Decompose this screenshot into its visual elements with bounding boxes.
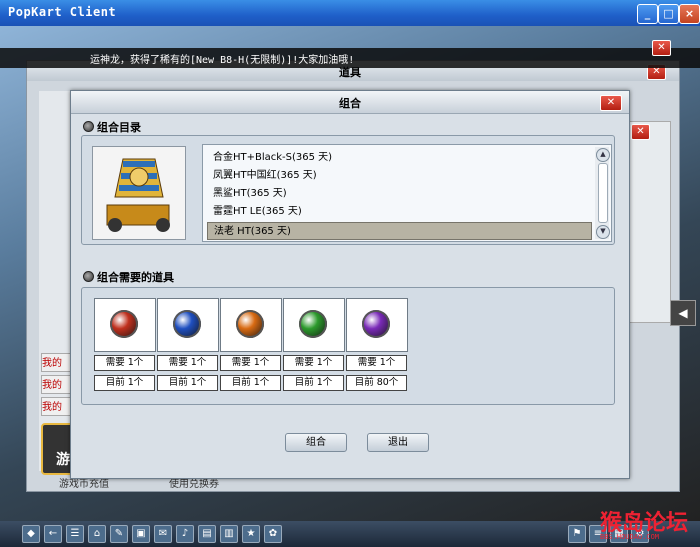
- taskbar: ◆ ← ☰ ⌂ ✎ ▣ ✉ ♪ ▤ ▥ ★ ✿ ⚑ ≡ ▦ ⚙: [0, 521, 700, 547]
- have-count: 目前 1个: [220, 375, 281, 391]
- need-count: 需要 1个: [346, 355, 407, 371]
- catalog-item[interactable]: 合金HT+Black-S(365 天): [207, 149, 592, 167]
- item-slot[interactable]: [157, 298, 219, 352]
- dialog-header: 组合: [71, 91, 629, 114]
- ticker-close-icon[interactable]: ✕: [652, 40, 671, 56]
- chat-icon[interactable]: ✿: [264, 525, 282, 543]
- bullet-icon: [83, 121, 94, 132]
- ticker-text: 运神龙，获得了稀有的[New B8-H(无限制)]!大家加油哦!: [90, 55, 355, 66]
- window-title: PopKart Client: [8, 5, 117, 19]
- combine-dialog: 组合 ✕ 组合目录 合金HT+Black-S(365 天) 凤翼HT中国红(36…: [70, 90, 630, 479]
- gem-orb-icon: [236, 310, 264, 338]
- catalog-list[interactable]: 合金HT+Black-S(365 天) 凤翼HT中国红(365 天) 黑鲨HT(…: [202, 144, 612, 242]
- item-slot[interactable]: [220, 298, 282, 352]
- scroll-up-icon[interactable]: ▲: [596, 148, 610, 162]
- need-count: 需要 1个: [157, 355, 218, 371]
- required-items-panel: 需要 1个 目前 1个 需要 1个 目前 1个 需要 1个 目前 1个 需要 1个 目前 1个…: [81, 287, 615, 405]
- close-window-button[interactable]: ×: [679, 4, 700, 24]
- card-icon[interactable]: ▤: [198, 525, 216, 543]
- need-heading: 组合需要的道具: [97, 271, 174, 284]
- catalog-item[interactable]: 凤翼HT中国红(365 天): [207, 167, 592, 185]
- catalog-heading: 组合目录: [97, 121, 141, 134]
- catalog-item-selected[interactable]: 法老 HT(365 天): [207, 222, 592, 240]
- home-icon[interactable]: ◆: [22, 525, 40, 543]
- gem-orb-icon: [110, 310, 138, 338]
- watermark-url: BBS.HOUDAO.COM: [600, 533, 660, 541]
- pharaoh-kart-icon: [106, 158, 170, 232]
- gem-orb-icon: [173, 310, 201, 338]
- combine-button[interactable]: 组合: [285, 433, 347, 452]
- have-count: 目前 1个: [94, 375, 155, 391]
- scroll-thumb[interactable]: [598, 163, 608, 223]
- announcement-ticker: 运神龙，获得了稀有的[New B8-H(无限制)]!大家加油哦!: [0, 48, 700, 68]
- bullet-icon: [83, 271, 94, 282]
- mail-icon[interactable]: ✉: [154, 525, 172, 543]
- flag-icon[interactable]: ⚑: [568, 525, 586, 543]
- maximize-button[interactable]: □: [658, 4, 679, 24]
- catalog-item[interactable]: 黑鲨HT(365 天): [207, 185, 592, 203]
- bag-icon[interactable]: ▣: [132, 525, 150, 543]
- minimize-button[interactable]: _: [637, 4, 658, 24]
- tools-icon[interactable]: ✎: [110, 525, 128, 543]
- gem-orb-icon: [299, 310, 327, 338]
- have-count: 目前 1个: [157, 375, 218, 391]
- item-slot[interactable]: [346, 298, 408, 352]
- scroll-down-icon[interactable]: ▼: [596, 225, 610, 239]
- window-titlebar: PopKart Client _ □ ×: [0, 0, 700, 26]
- catalog-item[interactable]: 雷霆HT LE(365 天): [207, 203, 592, 221]
- have-count: 目前 80个: [346, 375, 407, 391]
- house-icon[interactable]: ⌂: [88, 525, 106, 543]
- side-arrow-icon[interactable]: ◀: [670, 300, 696, 326]
- catalog-panel: 合金HT+Black-S(365 天) 凤翼HT中国红(365 天) 黑鲨HT(…: [81, 135, 615, 245]
- have-count: 目前 1个: [283, 375, 344, 391]
- list-close-icon[interactable]: ✕: [631, 124, 650, 140]
- book-icon[interactable]: ▥: [220, 525, 238, 543]
- dialog-close-icon[interactable]: ✕: [600, 95, 622, 111]
- gem-orb-icon: [362, 310, 390, 338]
- need-count: 需要 1个: [94, 355, 155, 371]
- dialog-title: 组合: [339, 97, 361, 110]
- need-count: 需要 1个: [220, 355, 281, 371]
- back-icon[interactable]: ←: [44, 525, 62, 543]
- exit-button[interactable]: 退出: [367, 433, 429, 452]
- item-preview: [92, 146, 186, 240]
- item-slot[interactable]: [94, 298, 156, 352]
- list-icon[interactable]: ☰: [66, 525, 84, 543]
- music-icon[interactable]: ♪: [176, 525, 194, 543]
- items-list-panel: [627, 121, 671, 323]
- item-slot[interactable]: [283, 298, 345, 352]
- stars-icon[interactable]: ★: [242, 525, 260, 543]
- catalog-scrollbar[interactable]: ▲ ▼: [595, 147, 610, 239]
- need-count: 需要 1个: [283, 355, 344, 371]
